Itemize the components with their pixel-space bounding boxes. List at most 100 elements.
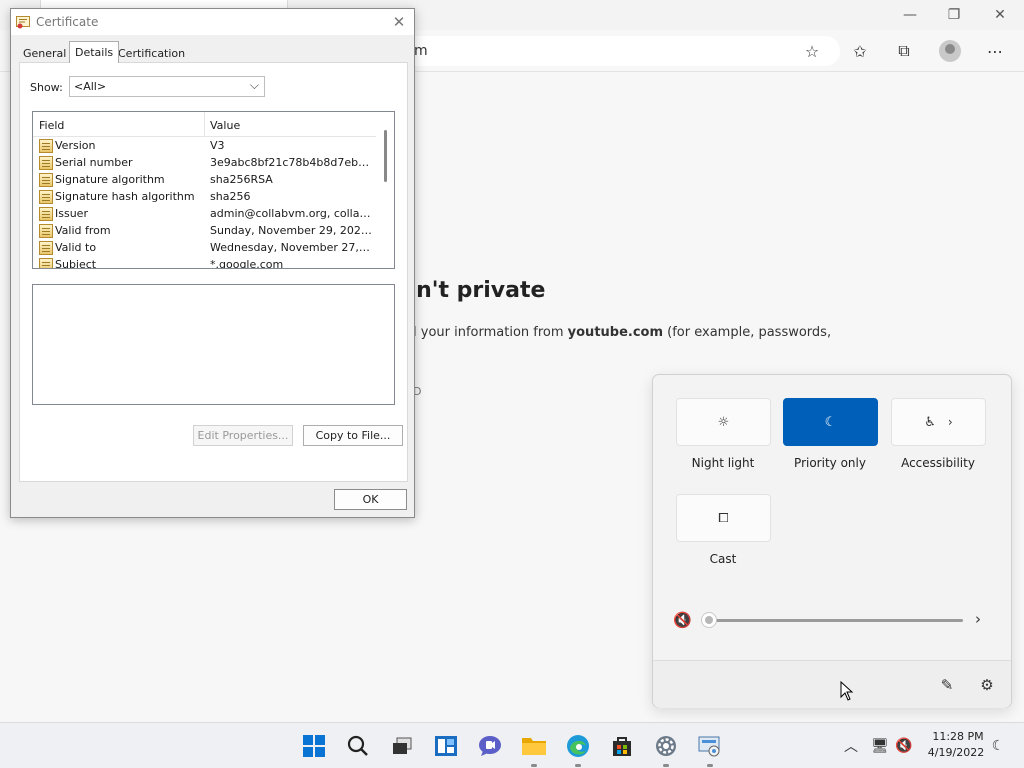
night-light-tile[interactable]: ☼: [676, 398, 771, 446]
running-indicator: [663, 764, 669, 767]
show-dropdown-value: <All>: [74, 80, 107, 93]
night-light-label: Night light: [691, 456, 755, 470]
task-view-icon[interactable]: [387, 731, 417, 761]
mouse-cursor-icon: [840, 681, 854, 701]
address-text: m: [414, 43, 428, 59]
chat-icon[interactable]: [475, 731, 505, 761]
favorites-icon[interactable]: ✩: [847, 38, 873, 64]
volume-slider[interactable]: [701, 612, 963, 628]
clock-date[interactable]: 4/19/2022: [922, 746, 990, 759]
table-row[interactable]: Issuer admin@collabvm.org, collabne...: [33, 205, 376, 222]
column-header-field[interactable]: Field: [39, 119, 64, 132]
priority-only-tile[interactable]: ☾: [783, 398, 878, 446]
field-value: Sunday, November 29, 2020 1...: [210, 224, 372, 237]
store-icon[interactable]: [607, 731, 637, 761]
dialog-close-icon[interactable]: ✕: [387, 11, 411, 33]
widgets-icon[interactable]: [431, 731, 461, 761]
show-hidden-icon[interactable]: ︿: [840, 735, 862, 757]
accessibility-icon: ♿: [924, 414, 936, 430]
volume-muted-icon[interactable]: 🔇: [673, 611, 692, 629]
taskbar: ︿ 🖥 🔇 11:28 PM 4/19/2022 ☾: [0, 722, 1024, 768]
certificate-dialog: Certificate ✕ General Details Certificat…: [10, 8, 415, 518]
field-list[interactable]: Field Value Version V3 Serial number 3e9ab…: [32, 111, 395, 269]
field-name: Valid to: [55, 241, 97, 254]
field-name: Subject: [55, 258, 97, 269]
copy-to-file-button[interactable]: Copy to File...: [303, 425, 403, 446]
field-name: Serial number: [55, 156, 133, 169]
field-value: Wednesday, November 27, 20...: [210, 241, 372, 254]
volume-muted-icon[interactable]: 🔇: [893, 735, 915, 757]
column-divider[interactable]: [204, 112, 205, 137]
tab-details[interactable]: Details: [69, 41, 120, 63]
error-body-post: (for example, passwords,: [663, 325, 832, 340]
clock-time[interactable]: 11:28 PM: [928, 730, 988, 743]
dialog-title: Certificate: [36, 15, 99, 29]
settings-icon[interactable]: ⚙: [975, 673, 999, 697]
field-list-header: Field Value: [33, 112, 376, 137]
field-icon: [39, 139, 53, 153]
network-icon[interactable]: 🖥: [869, 735, 891, 757]
table-row[interactable]: Signature algorithm sha256RSA: [33, 171, 376, 188]
field-value: *.google.com: [210, 258, 284, 269]
start-icon[interactable]: [299, 731, 329, 761]
field-icon: [39, 173, 53, 187]
close-icon[interactable]: ✕: [978, 4, 1022, 26]
column-header-value[interactable]: Value: [210, 119, 240, 132]
table-row[interactable]: Version V3: [33, 137, 376, 154]
edit-icon[interactable]: ✎: [935, 673, 959, 697]
certificate-app-icon[interactable]: [695, 731, 725, 767]
details-panel: Show: <All> ⌵ Field Value Version V3 Seri…: [19, 62, 408, 482]
field-value: V3: [210, 139, 225, 152]
more-icon[interactable]: ⋯: [982, 38, 1008, 64]
field-name: Issuer: [55, 207, 88, 220]
error-heading: sn't private: [403, 278, 546, 303]
field-name: Version: [55, 139, 96, 152]
field-value: sha256RSA: [210, 173, 273, 186]
field-detail-box[interactable]: [32, 284, 395, 405]
brightness-icon: ☼: [717, 414, 730, 430]
dialog-titlebar[interactable]: Certificate ✕: [11, 9, 414, 35]
moon-icon: ☾: [824, 414, 837, 430]
table-row[interactable]: Serial number 3e9abc8bf21c78b4b8d7eb38...: [33, 154, 376, 171]
edge-icon[interactable]: [563, 731, 593, 767]
field-value: admin@collabvm.org, collabne...: [210, 207, 372, 220]
field-icon: [39, 190, 53, 204]
field-name: Valid from: [55, 224, 111, 237]
profile-avatar[interactable]: [939, 40, 961, 62]
add-favorite-icon[interactable]: ☆: [799, 38, 825, 64]
tab-certification-path[interactable]: Certification Path: [113, 45, 190, 73]
field-icon: [39, 258, 53, 268]
quick-settings-flyout: ☼ Night light ☾ Priority only ♿ › Access…: [652, 374, 1012, 708]
tab-general[interactable]: General: [18, 45, 71, 63]
table-row[interactable]: Subject *.google.com: [33, 256, 376, 269]
show-dropdown[interactable]: <All> ⌵: [69, 76, 265, 97]
running-indicator: [707, 764, 713, 767]
accessibility-tile[interactable]: ♿ ›: [891, 398, 986, 446]
search-icon[interactable]: [343, 731, 373, 761]
field-rows: Version V3 Serial number 3e9abc8bf21c78b4b…: [33, 137, 376, 269]
field-list-scrollbar[interactable]: [378, 112, 394, 268]
minimize-icon[interactable]: —: [888, 4, 932, 26]
cast-tile[interactable]: ⧠: [676, 494, 771, 542]
notification-icon[interactable]: ☾: [987, 735, 1009, 757]
volume-slider-thumb[interactable]: [701, 612, 717, 628]
field-value: sha256: [210, 190, 251, 203]
table-row[interactable]: Signature hash algorithm sha256: [33, 188, 376, 205]
table-row[interactable]: Valid from Sunday, November 29, 2020 1...: [33, 222, 376, 239]
file-explorer-icon[interactable]: [519, 731, 549, 767]
accessibility-label: Accessibility: [901, 456, 975, 470]
cast-icon: ⧠: [718, 510, 729, 526]
cast-label: Cast: [709, 552, 737, 566]
restore-icon[interactable]: ❐: [932, 4, 976, 26]
error-body-pre: l your information from: [413, 325, 568, 340]
settings-app-icon[interactable]: [651, 731, 681, 767]
error-site: youtube.com: [567, 325, 664, 340]
ok-button[interactable]: OK: [334, 489, 407, 510]
collections-icon[interactable]: ⧉: [891, 38, 917, 64]
chevron-right-icon[interactable]: ›: [975, 610, 981, 628]
table-row[interactable]: Valid to Wednesday, November 27, 20...: [33, 239, 376, 256]
edit-properties-button[interactable]: Edit Properties...: [193, 425, 293, 446]
field-icon: [39, 156, 53, 170]
chevron-right-icon[interactable]: ›: [948, 415, 953, 429]
scrollbar-thumb[interactable]: [384, 130, 387, 182]
